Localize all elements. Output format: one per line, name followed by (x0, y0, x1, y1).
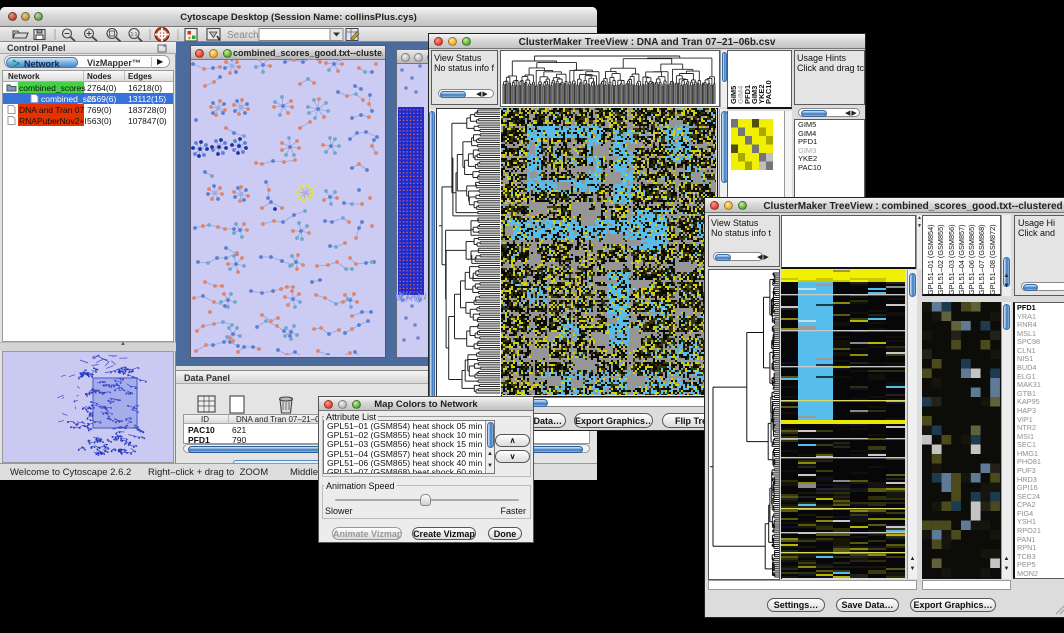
svg-text:Search:: Search: (227, 30, 261, 41)
svg-text:1:1: 1:1 (131, 32, 138, 38)
